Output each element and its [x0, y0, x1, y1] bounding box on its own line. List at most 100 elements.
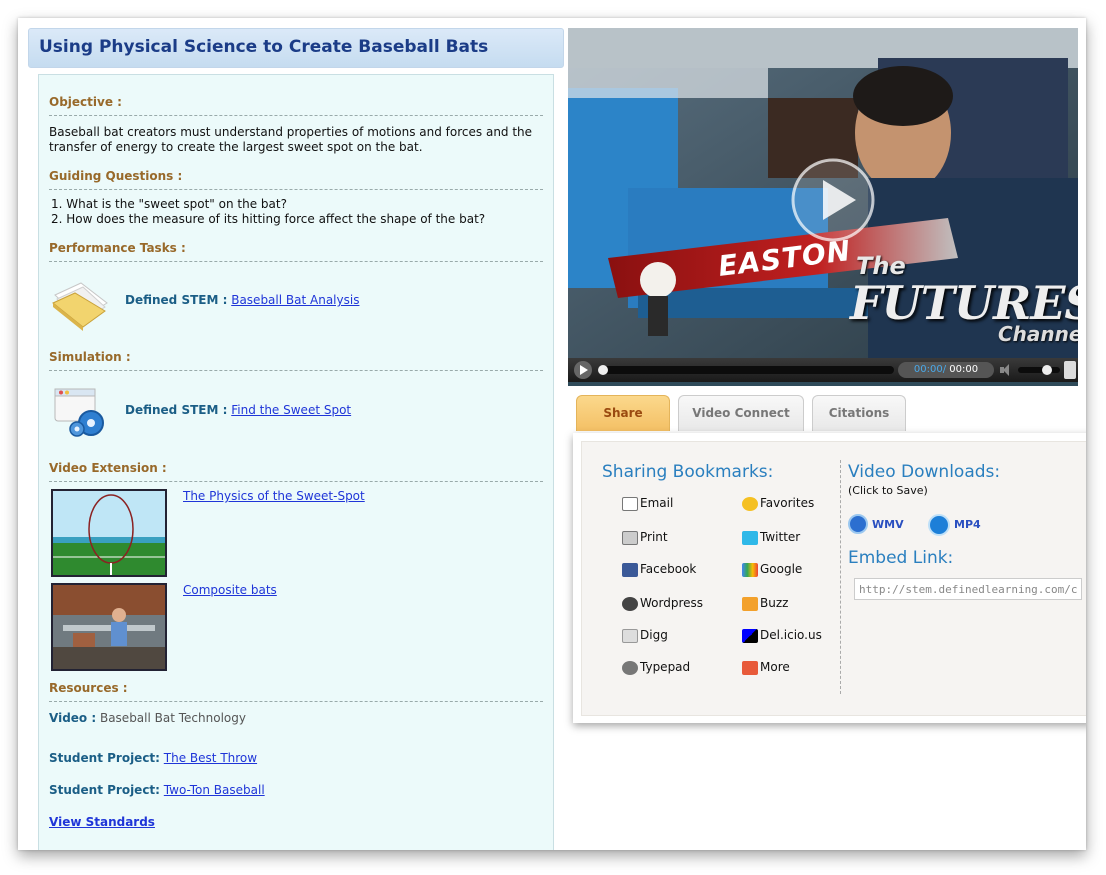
sweet-spot-video-thumbnail[interactable] — [51, 489, 167, 577]
facebook-icon — [622, 562, 638, 577]
seek-bar[interactable] — [598, 365, 894, 375]
bookmark-google[interactable]: Google — [742, 560, 802, 578]
bookmark-facebook[interactable]: Facebook — [622, 560, 696, 578]
simulation-item: Defined STEM : Find the Sweet Spot — [125, 403, 351, 417]
simulation-label: Defined STEM : — [125, 403, 228, 417]
bookmark-typepad[interactable]: Typepad — [622, 658, 690, 676]
project-label-2: Student Project: — [49, 783, 160, 797]
bookmark-more[interactable]: More — [742, 658, 790, 676]
performance-tasks-heading: Performance Tasks : — [49, 241, 543, 262]
tab-video-connect[interactable]: Video Connect — [678, 395, 804, 431]
bookmark-wordpress[interactable]: Wordpress — [622, 594, 703, 612]
bookmark-buzz[interactable]: Buzz — [742, 594, 788, 612]
bookmark-facebook-label: Facebook — [640, 562, 697, 576]
view-standards-link[interactable]: View Standards — [49, 815, 155, 829]
bookmark-favorites[interactable]: Favorites — [742, 494, 814, 512]
futures-logo-channel: Channel — [998, 322, 1078, 346]
find-the-sweet-spot-link[interactable]: Find the Sweet Spot — [231, 403, 351, 417]
delicious-icon — [742, 628, 758, 643]
resources-heading: Resources : — [49, 681, 543, 702]
print-icon — [622, 530, 638, 545]
wmv-download-link[interactable]: WMV — [872, 518, 904, 531]
twitter-icon — [742, 530, 758, 545]
star-icon — [742, 496, 758, 511]
fullscreen-button[interactable] — [1064, 361, 1076, 379]
tab-share[interactable]: Share — [576, 395, 670, 431]
sharing-bookmarks-title: Sharing Bookmarks: — [602, 462, 774, 482]
time-display: 00:00/ 00:00 — [898, 362, 994, 378]
bookmark-favorites-label: Favorites — [760, 496, 815, 510]
volume-handle[interactable] — [1042, 365, 1052, 375]
bookmark-typepad-label: Typepad — [640, 660, 691, 674]
email-icon — [622, 496, 638, 511]
player-controls: 00:00/ 00:00 — [568, 358, 1078, 382]
video-downloads-title: Video Downloads: — [848, 462, 1001, 482]
typepad-icon — [622, 660, 638, 675]
bookmark-email-label: Email — [640, 496, 674, 510]
time-current: 00:00 — [913, 364, 943, 375]
composite-bats-thumbnail[interactable] — [51, 583, 167, 671]
bookmark-digg[interactable]: Digg — [622, 626, 668, 644]
objective-text: Baseball bat creators must understand pr… — [49, 125, 533, 154]
wordpress-icon — [622, 596, 638, 611]
resource-project-1: Student Project: The Best Throw — [49, 751, 257, 765]
title-bar: Using Physical Science to Create Basebal… — [28, 28, 564, 68]
video-downloads-subtitle: (Click to Save) — [848, 484, 928, 497]
seek-handle[interactable] — [598, 365, 608, 375]
best-throw-link[interactable]: The Best Throw — [164, 751, 257, 765]
tab-bar: Share Video Connect Citations — [576, 395, 1076, 435]
volume-icon[interactable] — [1000, 364, 1012, 376]
baseball-bat-analysis-link[interactable]: Baseball Bat Analysis — [231, 293, 359, 307]
physics-of-sweet-spot-link[interactable]: The Physics of the Sweet-Spot — [183, 489, 365, 503]
project-label-1: Student Project: — [49, 751, 160, 765]
wmv-icon[interactable] — [848, 514, 868, 534]
resource-project-2: Student Project: Two-Ton Baseball — [49, 783, 265, 797]
guiding-question-2: 2. How does the measure of its hitting f… — [51, 212, 486, 226]
embed-link-title: Embed Link: — [848, 548, 954, 568]
volume-slider[interactable] — [1018, 365, 1060, 375]
page-frame: Using Physical Science to Create Basebal… — [18, 18, 1086, 850]
bookmark-more-label: More — [760, 660, 790, 674]
bookmark-delicious[interactable]: Del.icio.us — [742, 626, 822, 644]
bookmark-print-label: Print — [640, 530, 668, 544]
objective-heading: Objective : — [49, 95, 543, 116]
lesson-panel: Using Physical Science to Create Basebal… — [28, 28, 564, 850]
video-player[interactable]: EASTON The FUTURES Channel 00:00/ 00:00 — [568, 28, 1078, 386]
video-extension-heading: Video Extension : — [49, 461, 543, 482]
guiding-questions-heading: Guiding Questions : — [49, 169, 543, 190]
bookmark-wordpress-label: Wordpress — [640, 596, 704, 610]
google-icon — [742, 562, 758, 577]
composite-bats-link[interactable]: Composite bats — [183, 583, 277, 597]
bookmark-google-label: Google — [760, 562, 803, 576]
bookmark-print[interactable]: Print — [622, 528, 668, 546]
plus-icon — [742, 660, 758, 675]
lesson-content: Objective : Baseball bat creators must u… — [38, 74, 554, 850]
guiding-question-1: 1. What is the "sweet spot" on the bat? — [51, 197, 287, 211]
tab-citations[interactable]: Citations — [812, 395, 906, 431]
share-panel-inner: Sharing Bookmarks: Email Print Facebook … — [581, 441, 1086, 716]
resource-video-text: Baseball Bat Technology — [99, 711, 246, 725]
digg-icon — [622, 628, 638, 643]
share-panel: Sharing Bookmarks: Email Print Facebook … — [573, 433, 1086, 723]
time-total: 00:00 — [949, 364, 979, 375]
resource-video-label: Video : — [49, 711, 97, 725]
buzz-icon — [742, 596, 758, 611]
mp4-download-link[interactable]: MP4 — [954, 518, 981, 531]
resource-video: Video : Baseball Bat Technology — [49, 711, 246, 725]
bookmark-twitter[interactable]: Twitter — [742, 528, 800, 546]
folder-icon — [51, 277, 109, 333]
mp4-icon[interactable] — [928, 514, 950, 536]
two-ton-baseball-link[interactable]: Two-Ton Baseball — [164, 783, 265, 797]
bookmark-buzz-label: Buzz — [760, 596, 789, 610]
play-button[interactable] — [574, 361, 592, 379]
bookmark-delicious-label: Del.icio.us — [760, 628, 822, 642]
bookmark-email[interactable]: Email — [622, 494, 673, 512]
performance-task-label: Defined STEM : — [125, 293, 228, 307]
performance-task-item: Defined STEM : Baseball Bat Analysis — [125, 293, 359, 307]
embed-link-input[interactable] — [854, 578, 1082, 600]
media-panel: EASTON The FUTURES Channel 00:00/ 00:00 — [568, 28, 1086, 850]
column-divider — [840, 460, 841, 694]
simulation-heading: Simulation : — [49, 350, 543, 371]
page-title: Using Physical Science to Create Basebal… — [39, 37, 489, 57]
bookmark-twitter-label: Twitter — [760, 530, 801, 544]
